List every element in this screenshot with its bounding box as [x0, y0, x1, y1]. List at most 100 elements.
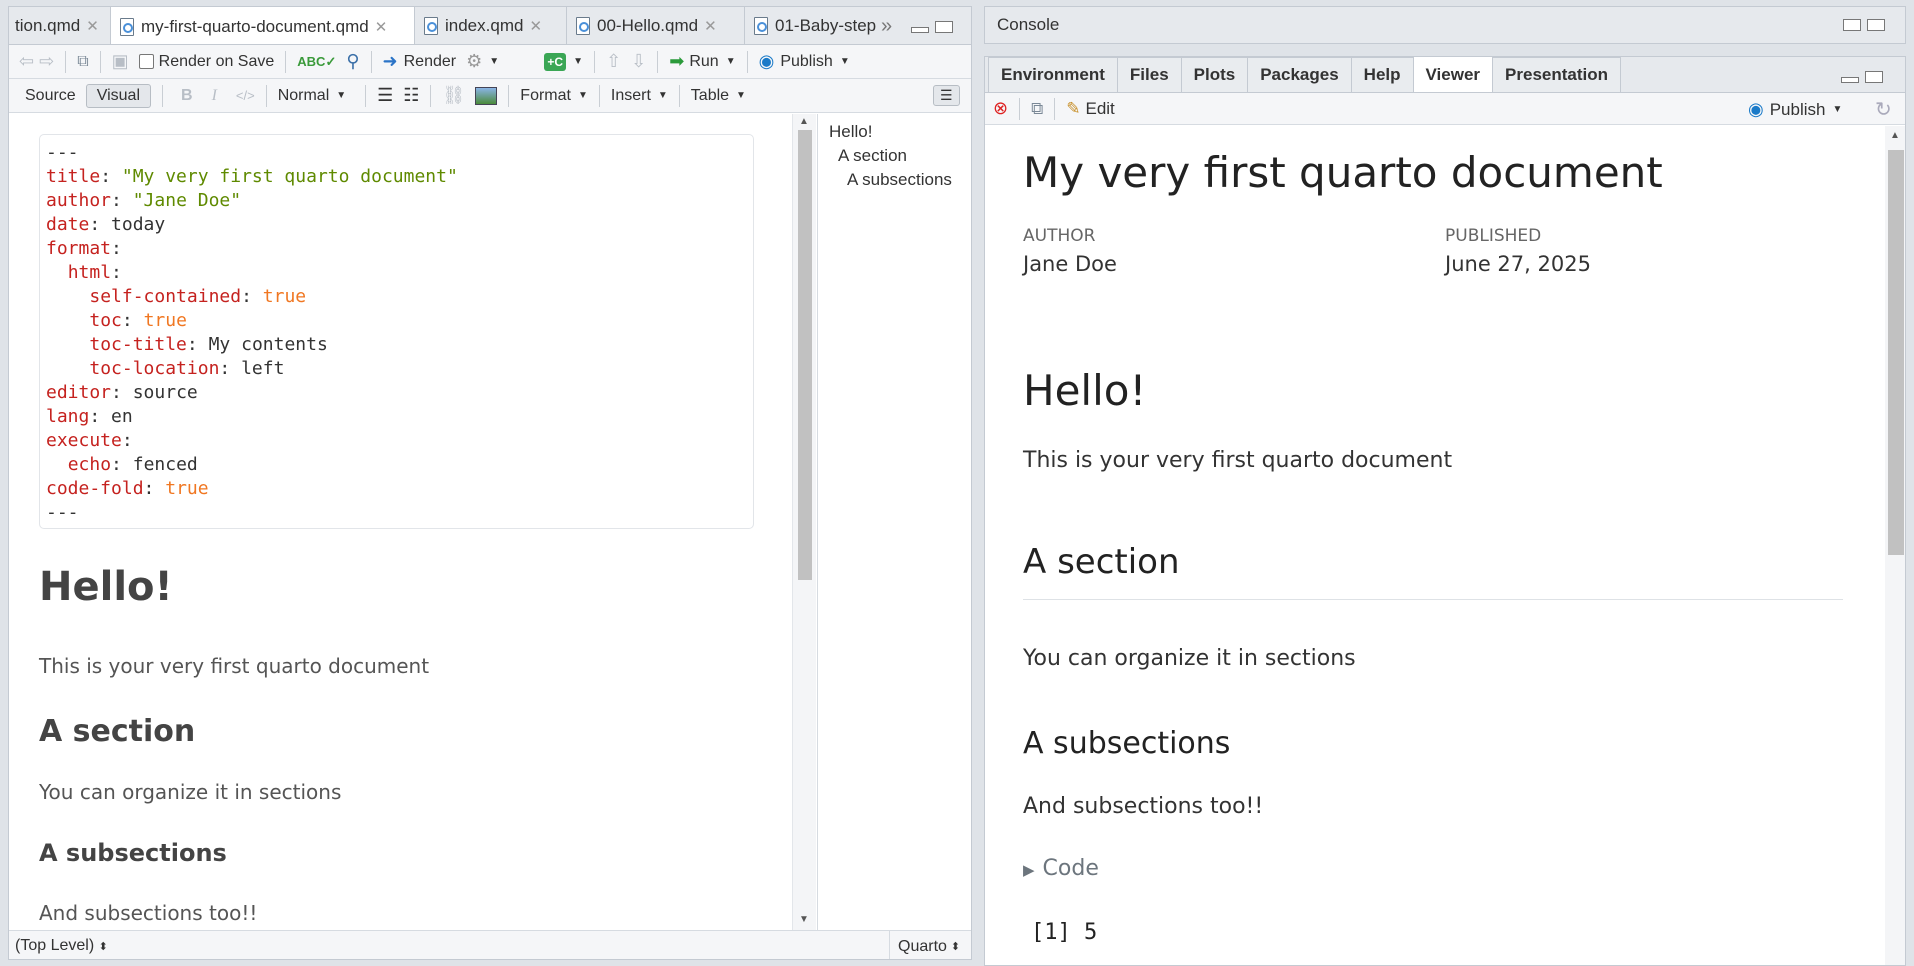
- search-icon[interactable]: ⚲: [346, 51, 359, 72]
- show-in-window-icon[interactable]: ⧉: [1031, 99, 1043, 119]
- render-label: Render: [403, 52, 457, 70]
- insert-menu[interactable]: Insert ▼: [611, 87, 668, 105]
- toolbar-divider: [430, 84, 432, 107]
- image-icon[interactable]: [475, 86, 498, 105]
- close-icon[interactable]: ✕: [704, 17, 717, 35]
- run-arrow-icon: ➡: [669, 51, 685, 71]
- tab-environment[interactable]: Environment: [988, 57, 1118, 92]
- table-menu[interactable]: Table ▼: [691, 87, 746, 105]
- tab-viewer[interactable]: Viewer: [1412, 57, 1494, 92]
- yaml-value: true: [262, 286, 307, 307]
- maximize-icon[interactable]: [935, 21, 953, 33]
- render-on-save-toggle[interactable]: Render on Save: [138, 53, 274, 71]
- bullet-list-icon[interactable]: ☰: [377, 85, 393, 106]
- minimize-icon[interactable]: [1841, 77, 1859, 83]
- editor-toolbar: ⇦ ⇨ ⧉ ▣ Render on Save ABC✓ ⚲ ➜ Render ⚙ ▼…: [9, 45, 971, 79]
- scope-dropdown[interactable]: (Top Level) ⬍: [15, 937, 108, 955]
- editor-tab-3[interactable]: 00-Hello.qmd ✕: [567, 7, 745, 44]
- restore-icon[interactable]: [1843, 19, 1861, 31]
- console-pane-header[interactable]: Console: [984, 6, 1906, 44]
- run-button[interactable]: ➡ Run ▼: [669, 51, 735, 72]
- heading-hello[interactable]: Hello!: [39, 564, 173, 610]
- visual-mode-button[interactable]: Visual: [85, 83, 151, 108]
- spellcheck-icon[interactable]: ABC✓: [297, 54, 336, 70]
- more-tabs-icon[interactable]: »: [881, 15, 892, 38]
- yaml-delimiter-open: ---: [46, 142, 79, 163]
- maximize-icon[interactable]: [1865, 71, 1883, 83]
- next-chunk-icon[interactable]: ⇩: [631, 51, 646, 72]
- refresh-icon[interactable]: ↻: [1875, 97, 1892, 122]
- forward-arrow-icon[interactable]: ⇨: [39, 51, 54, 72]
- minimize-icon[interactable]: [911, 27, 929, 33]
- close-icon[interactable]: ✕: [86, 17, 99, 35]
- editor-tab-0[interactable]: tion.qmd ✕: [9, 7, 111, 44]
- editor-tab-1[interactable]: my-first-quarto-document.qmd ✕: [111, 7, 415, 44]
- back-arrow-icon[interactable]: ⇦: [19, 51, 34, 72]
- paragraph-intro[interactable]: This is your very first quarto document: [39, 654, 429, 678]
- yaml-front-matter[interactable]: --- title: "My very first quarto documen…: [39, 134, 754, 529]
- editor-scrollbar[interactable]: ▲ ▼: [792, 114, 816, 930]
- render-on-save-checkbox[interactable]: [138, 54, 154, 69]
- scrollbar-thumb[interactable]: [1888, 150, 1904, 555]
- tab-presentation[interactable]: Presentation: [1492, 57, 1622, 92]
- close-icon[interactable]: ✕: [375, 18, 388, 36]
- editor-tab-2[interactable]: index.qmd ✕: [415, 7, 567, 44]
- publish-button[interactable]: ◉ Publish ▼: [759, 51, 850, 72]
- yaml-value: source: [132, 382, 198, 403]
- clear-viewer-icon[interactable]: ⊗: [993, 98, 1008, 119]
- close-icon[interactable]: ✕: [529, 17, 542, 35]
- paragraph-subsection[interactable]: And subsections too!!: [39, 901, 257, 925]
- outline-item-hello[interactable]: Hello!: [829, 122, 872, 142]
- maximize-icon[interactable]: [1867, 19, 1885, 31]
- visual-editor[interactable]: --- title: "My very first quarto documen…: [9, 114, 792, 930]
- tab-packages[interactable]: Packages: [1247, 57, 1352, 92]
- numbered-list-icon[interactable]: ☷: [403, 85, 419, 106]
- yaml-key: editor: [46, 382, 112, 403]
- quarto-file-icon: [119, 17, 135, 36]
- render-button[interactable]: ➜ Render: [383, 51, 457, 72]
- publish-icon: ◉: [758, 51, 775, 71]
- source-mode-button[interactable]: Source: [25, 87, 76, 105]
- block-format-dropdown[interactable]: Normal ▼: [278, 87, 346, 105]
- format-menu[interactable]: Format ▼: [520, 87, 588, 105]
- italic-button[interactable]: I: [212, 87, 217, 105]
- show-in-window-icon[interactable]: ⧉: [77, 53, 88, 71]
- author-label: AUTHOR: [1023, 226, 1096, 246]
- viewer-toolbar: ⊗ ⧉ ✎ Edit ◉ Publish ▼ ↻: [985, 93, 1905, 125]
- edit-button[interactable]: ✎ Edit: [1066, 99, 1115, 119]
- code-fold-toggle[interactable]: ▶ Code: [1023, 856, 1099, 881]
- scroll-down-icon[interactable]: ▼: [799, 914, 809, 925]
- outline-item-subsection[interactable]: A subsections: [847, 170, 952, 190]
- tab-help[interactable]: Help: [1350, 57, 1414, 92]
- save-icon[interactable]: ▣: [112, 51, 129, 72]
- chevron-down-icon: ▼: [336, 90, 347, 101]
- scroll-up-icon[interactable]: ▲: [1890, 130, 1900, 141]
- insert-chunk-button[interactable]: +C ▼: [544, 52, 583, 71]
- scroll-up-icon[interactable]: ▲: [799, 116, 809, 127]
- heading-subsection[interactable]: A subsections: [39, 839, 227, 867]
- yaml-line: author: "Jane Doe": [46, 190, 242, 211]
- paragraph-section[interactable]: You can organize it in sections: [39, 780, 341, 804]
- tab-files[interactable]: Files: [1116, 57, 1182, 92]
- viewer-scrollbar[interactable]: ▲: [1885, 126, 1905, 965]
- file-type-dropdown[interactable]: Quarto ⬍: [889, 931, 960, 959]
- yaml-key: code-fold: [46, 478, 144, 499]
- link-icon[interactable]: ⛓: [442, 85, 465, 106]
- outline-toggle-icon[interactable]: ☰: [933, 85, 960, 106]
- yaml-value: "My very first quarto document": [121, 166, 458, 187]
- code-button[interactable]: </>: [236, 88, 255, 103]
- bold-button[interactable]: B: [181, 87, 193, 105]
- publish-button[interactable]: ◉ Publish ▼: [1748, 99, 1842, 120]
- toolbar-divider: [678, 84, 680, 107]
- yaml-value: true: [165, 478, 209, 499]
- heading-section[interactable]: A section: [39, 714, 195, 749]
- previous-chunk-icon[interactable]: ⇧: [606, 51, 621, 72]
- edit-label: Edit: [1085, 98, 1115, 118]
- published-label: PUBLISHED: [1445, 226, 1542, 246]
- tab-plots[interactable]: Plots: [1180, 57, 1249, 92]
- scrollbar-thumb[interactable]: [798, 130, 812, 580]
- editor-tab-4[interactable]: 01-Baby-step: [745, 7, 885, 44]
- outline-item-section[interactable]: A section: [838, 146, 907, 166]
- gear-icon[interactable]: ⚙ ▼: [466, 51, 499, 72]
- toolbar-divider: [598, 84, 600, 107]
